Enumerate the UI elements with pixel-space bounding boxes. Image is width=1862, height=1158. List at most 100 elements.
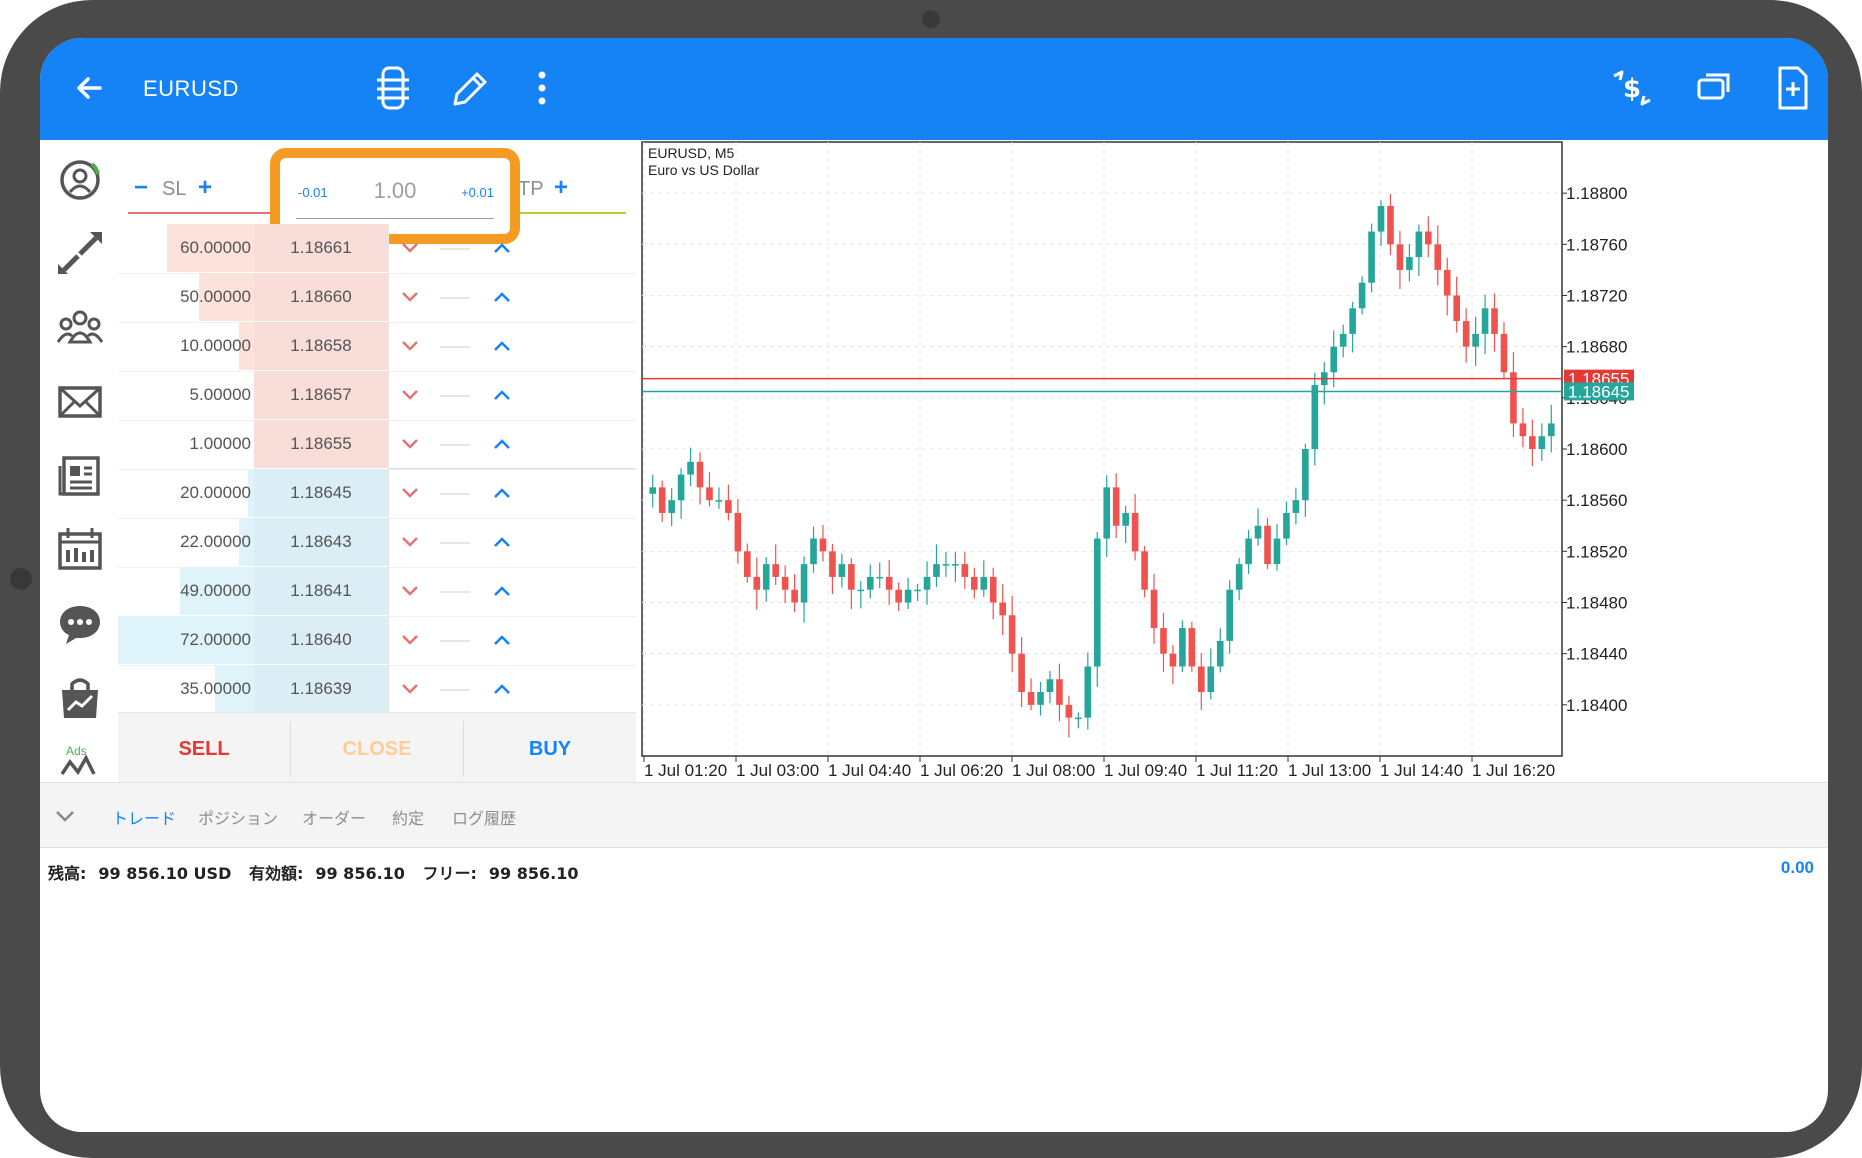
divider-dash <box>440 444 470 446</box>
candle-body <box>791 589 798 603</box>
candle-body <box>1472 333 1479 347</box>
divider-dash <box>440 395 470 397</box>
candle-body <box>885 576 893 590</box>
back-arrow-icon[interactable] <box>70 68 110 108</box>
candle-body <box>1547 423 1555 437</box>
candle-body <box>753 576 761 590</box>
buy-limit-chevron-icon[interactable] <box>492 287 512 307</box>
order-panel: − SL + − TP + -0.01 1.00 +0.01 60.000001… <box>118 140 636 880</box>
candle-body <box>1330 346 1338 373</box>
bid-row: 49.00000 1.18641 <box>118 567 636 617</box>
buy-limit-chevron-icon[interactable] <box>492 238 512 258</box>
volume-increase-button[interactable]: +0.01 <box>461 185 494 200</box>
more-vertical-icon[interactable] <box>518 62 566 114</box>
buy-limit-chevron-icon[interactable] <box>492 679 512 699</box>
candle-body <box>1188 628 1196 667</box>
trade-arrows-icon[interactable] <box>54 228 106 280</box>
bid-row: 72.00000 1.18640 <box>118 616 636 666</box>
candle-body <box>1510 372 1517 424</box>
community-icon[interactable] <box>54 302 106 354</box>
candle-body <box>1311 385 1319 449</box>
sell-button[interactable]: SELL <box>118 713 290 785</box>
candle-body <box>1500 333 1508 373</box>
market-icon[interactable] <box>54 672 106 724</box>
candle-body <box>1481 308 1489 334</box>
tab-positions[interactable]: ポジション <box>198 805 278 829</box>
candle-body <box>1198 666 1205 693</box>
free-margin-value: 99 856.10 <box>488 864 579 883</box>
depth-price: 1.18660 <box>290 287 352 306</box>
candle-body <box>980 576 988 590</box>
candle-body <box>1396 244 1404 270</box>
candle-body <box>1056 679 1063 705</box>
spread-divider <box>388 468 636 469</box>
chart-subtitle: Euro vs US Dollar <box>648 162 760 178</box>
buy-limit-chevron-icon[interactable] <box>492 336 512 356</box>
candle-body <box>961 564 969 577</box>
drawing-pencil-icon[interactable] <box>445 62 493 114</box>
y-tick-label: 1.18760 <box>1566 235 1627 254</box>
trade-dollar-icon[interactable]: $ <box>1608 62 1656 114</box>
tab-deals[interactable]: 約定 <box>392 805 424 829</box>
chat-icon[interactable] <box>54 598 106 650</box>
x-tick-label: 1 Jul 01:20 <box>644 761 727 780</box>
candle-body <box>1491 308 1498 334</box>
buy-limit-chevron-icon[interactable] <box>492 581 512 601</box>
buy-limit-chevron-icon[interactable] <box>492 630 512 650</box>
candle-body <box>1349 308 1356 334</box>
mail-icon[interactable] <box>54 376 106 428</box>
candle-body <box>1283 512 1290 539</box>
buy-limit-chevron-icon[interactable] <box>492 385 512 405</box>
candle-body <box>989 576 997 603</box>
sell-limit-chevron-icon[interactable] <box>400 385 420 405</box>
buy-button[interactable]: BUY <box>464 713 636 785</box>
sell-limit-chevron-icon[interactable] <box>400 679 420 699</box>
tab-orders[interactable]: オーダー <box>302 805 366 829</box>
one-click-trading-icon[interactable] <box>369 62 417 114</box>
buy-limit-chevron-icon[interactable] <box>492 434 512 454</box>
candle-body <box>838 564 846 577</box>
divider-dash <box>440 542 470 544</box>
sell-limit-chevron-icon[interactable] <box>400 238 420 258</box>
sell-limit-chevron-icon[interactable] <box>400 483 420 503</box>
stop-loss-control[interactable]: − SL + <box>128 172 284 214</box>
chevron-down-icon[interactable] <box>54 805 76 827</box>
y-tick-label: 1.18800 <box>1566 184 1627 203</box>
candle-body <box>706 487 713 501</box>
depth-volume: 50.00000 <box>180 287 251 306</box>
news-icon[interactable] <box>54 450 106 502</box>
new-order-icon[interactable] <box>1768 62 1816 114</box>
buy-limit-chevron-icon[interactable] <box>492 532 512 552</box>
candle-body <box>933 564 940 577</box>
depth-volume: 1.00000 <box>189 434 251 453</box>
candle-body <box>1292 500 1300 513</box>
tp-label: TP <box>518 178 544 200</box>
tab-trade[interactable]: トレード <box>112 805 176 829</box>
sl-increase-button[interactable]: + <box>198 174 212 202</box>
sell-limit-chevron-icon[interactable] <box>400 287 420 307</box>
sell-limit-chevron-icon[interactable] <box>400 532 420 552</box>
y-tick-label: 1.18600 <box>1566 440 1627 459</box>
ask-row: 50.00000 1.18660 <box>118 273 636 323</box>
tab-log-history[interactable]: ログ履歴 <box>452 805 516 829</box>
tp-increase-button[interactable]: + <box>554 174 568 202</box>
account-icon[interactable] <box>54 154 106 206</box>
sell-limit-chevron-icon[interactable] <box>400 581 420 601</box>
calendar-icon[interactable] <box>54 524 106 576</box>
sell-limit-chevron-icon[interactable] <box>400 434 420 454</box>
candle-body <box>819 538 827 552</box>
candle-body <box>1235 564 1243 590</box>
sell-limit-chevron-icon[interactable] <box>400 630 420 650</box>
buy-limit-chevron-icon[interactable] <box>492 483 512 503</box>
window-icon[interactable] <box>1690 62 1738 114</box>
close-button[interactable]: CLOSE <box>291 713 463 785</box>
candlestick-chart[interactable]: 1.188001.187601.187201.186801.186401.186… <box>636 140 1828 782</box>
candle-body <box>1254 525 1262 539</box>
symbol-title[interactable]: EURUSD <box>143 76 239 102</box>
candle-body <box>857 589 865 592</box>
sl-label: SL <box>162 178 187 200</box>
sell-limit-chevron-icon[interactable] <box>400 336 420 356</box>
price-chart[interactable]: 1.188001.187601.187201.186801.186401.186… <box>636 140 1828 782</box>
candle-body <box>1529 436 1536 449</box>
sl-decrease-button[interactable]: − <box>134 174 148 202</box>
